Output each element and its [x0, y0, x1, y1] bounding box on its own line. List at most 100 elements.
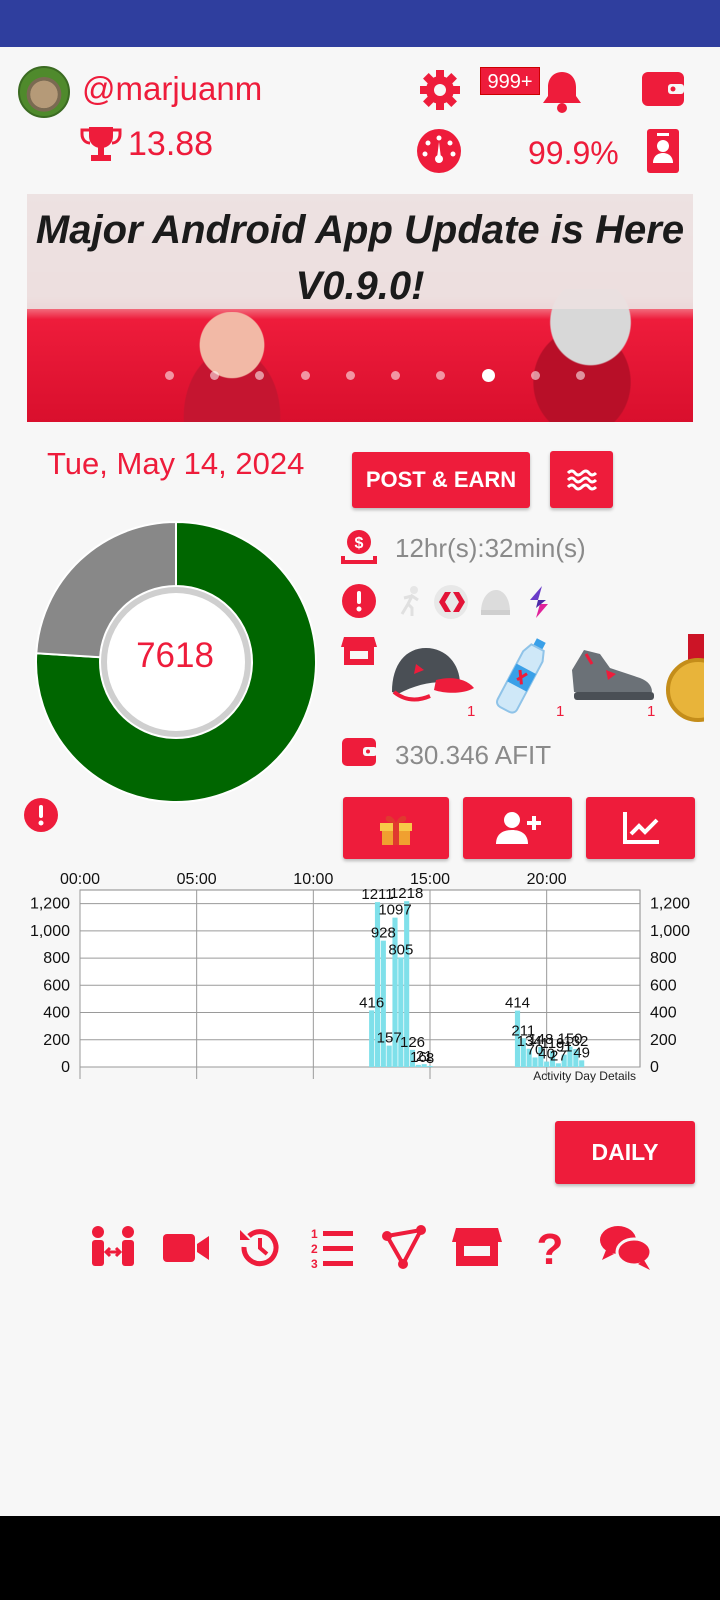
medal-item[interactable]: [664, 634, 704, 724]
stats-button[interactable]: [586, 797, 695, 859]
bar-value-label: 1211: [361, 886, 393, 903]
carousel-dot[interactable]: [300, 371, 310, 380]
y-tick-label-right: 400: [650, 1005, 677, 1022]
y-tick-label-left: 200: [43, 1032, 70, 1049]
video-icon[interactable]: [161, 1222, 211, 1272]
menu-button[interactable]: [550, 451, 613, 508]
earn-timer: 12hr(s):32min(s): [395, 533, 586, 563]
activity-bar: [369, 1010, 375, 1067]
bar-value-label: 416: [359, 994, 384, 1011]
water-bottle-item[interactable]: [488, 634, 558, 716]
friends-transfer-icon[interactable]: [88, 1222, 138, 1272]
bar-value-label: 805: [388, 941, 413, 958]
sneaker-icon: [572, 650, 654, 700]
carousel-dot[interactable]: [345, 371, 355, 380]
y-tick-label-left: 400: [43, 1005, 70, 1022]
svg-text:3: 3: [311, 1257, 318, 1271]
post-earn-button[interactable]: POST & EARN: [352, 452, 530, 508]
token-icon: [530, 586, 548, 618]
leaderboard-list-icon[interactable]: 123: [307, 1222, 357, 1272]
chat-icon[interactable]: [598, 1222, 653, 1272]
warning-icon[interactable]: [341, 583, 377, 619]
news-banner[interactable]: Major Android App Update is Here V0.9.0!: [27, 194, 693, 422]
chart-annotation: Activity Day Details: [533, 1069, 636, 1083]
x-tick-label: 05:00: [177, 871, 217, 888]
bar-value-label: 157: [377, 1030, 402, 1047]
runner-icon: [400, 586, 419, 616]
share-network-icon[interactable]: [379, 1222, 429, 1272]
waves-icon: [566, 469, 597, 490]
carousel-dot[interactable]: [165, 371, 174, 380]
bar-value-label: 49: [573, 1044, 590, 1061]
gift-button[interactable]: [343, 797, 449, 859]
cap-icon: [392, 648, 474, 702]
carousel-dot[interactable]: [255, 371, 265, 380]
steps-count: 7618: [136, 636, 214, 675]
id-card-icon[interactable]: [646, 128, 680, 174]
alert-icon[interactable]: [24, 798, 58, 832]
x-tick-label: 15:00: [410, 871, 450, 888]
activity-bar-chart: 4161211928157109780512181261621841421113…: [30, 871, 690, 1083]
y-tick-label-right: 1,200: [650, 896, 690, 913]
cap-item[interactable]: [386, 640, 476, 712]
earn-timer-icon: $: [341, 530, 377, 564]
help-icon[interactable]: ?: [525, 1222, 575, 1274]
history-icon[interactable]: [234, 1222, 284, 1272]
medal-icon: [666, 634, 704, 722]
percent-value: 99.9%: [528, 135, 619, 171]
wallet-icon[interactable]: [640, 68, 686, 110]
bar-value-label: 414: [505, 995, 530, 1012]
svg-text:$: $: [355, 535, 364, 552]
y-tick-label-left: 1,200: [30, 896, 70, 913]
y-tick-label-left: 800: [43, 950, 70, 967]
bar-value-label: 928: [371, 925, 396, 942]
username[interactable]: @marjuanm: [82, 70, 262, 108]
y-tick-label-right: 1,000: [650, 923, 690, 940]
carousel-dot[interactable]: [210, 371, 220, 380]
y-tick-label-right: 800: [650, 950, 677, 967]
avatar[interactable]: [18, 66, 70, 118]
daily-button[interactable]: DAILY: [555, 1121, 695, 1184]
y-tick-label-right: 200: [650, 1032, 677, 1049]
trophy-icon: [80, 127, 122, 161]
y-tick-label-left: 1,000: [30, 923, 70, 940]
y-tick-label-left: 0: [61, 1059, 70, 1076]
gear-icon[interactable]: [418, 68, 462, 112]
hive-icon: [434, 585, 468, 619]
helmet-icon: [481, 590, 510, 615]
svg-text:2: 2: [311, 1242, 318, 1256]
svg-text:?: ?: [537, 1225, 564, 1272]
status-bar: [0, 0, 720, 47]
bar-value-label: 1097: [378, 902, 411, 919]
activity-bar: [532, 1057, 538, 1067]
y-tick-label-right: 600: [650, 977, 677, 994]
sneaker-item[interactable]: [566, 640, 656, 712]
gift-icon: [380, 815, 412, 845]
carousel-dot[interactable]: [391, 371, 401, 380]
shop-icon[interactable]: [452, 1222, 503, 1272]
x-tick-label: 00:00: [60, 871, 100, 888]
add-friend-button[interactable]: [463, 797, 572, 859]
line-chart-icon: [622, 812, 659, 844]
water-bottle-count: 1: [556, 703, 565, 720]
y-tick-label-left: 600: [43, 977, 70, 994]
bar-value-label: 8: [426, 1050, 434, 1067]
banner-title: Major Android App Update is Here V0.9.0!: [35, 208, 685, 308]
bottom-toolbar: 123 ?: [88, 1222, 653, 1274]
x-tick-label: 20:00: [527, 871, 567, 888]
carousel-dot[interactable]: [481, 369, 495, 382]
store-icon[interactable]: [341, 633, 377, 669]
bell-icon[interactable]: [540, 68, 584, 114]
carousel-dot[interactable]: [436, 371, 446, 380]
athlete-illustration: [157, 312, 307, 422]
carousel-dot[interactable]: [575, 371, 585, 380]
sneaker-count: 1: [647, 703, 656, 720]
carousel-dots[interactable]: [165, 369, 585, 383]
carousel-dot[interactable]: [530, 371, 540, 380]
score-value: 13.88: [128, 125, 214, 163]
speedometer-icon[interactable]: [416, 128, 462, 174]
navigation-bar: [0, 1516, 720, 1600]
add-user-icon: [495, 812, 541, 844]
x-tick-label: 10:00: [293, 871, 333, 888]
water-bottle-icon: [496, 638, 546, 714]
